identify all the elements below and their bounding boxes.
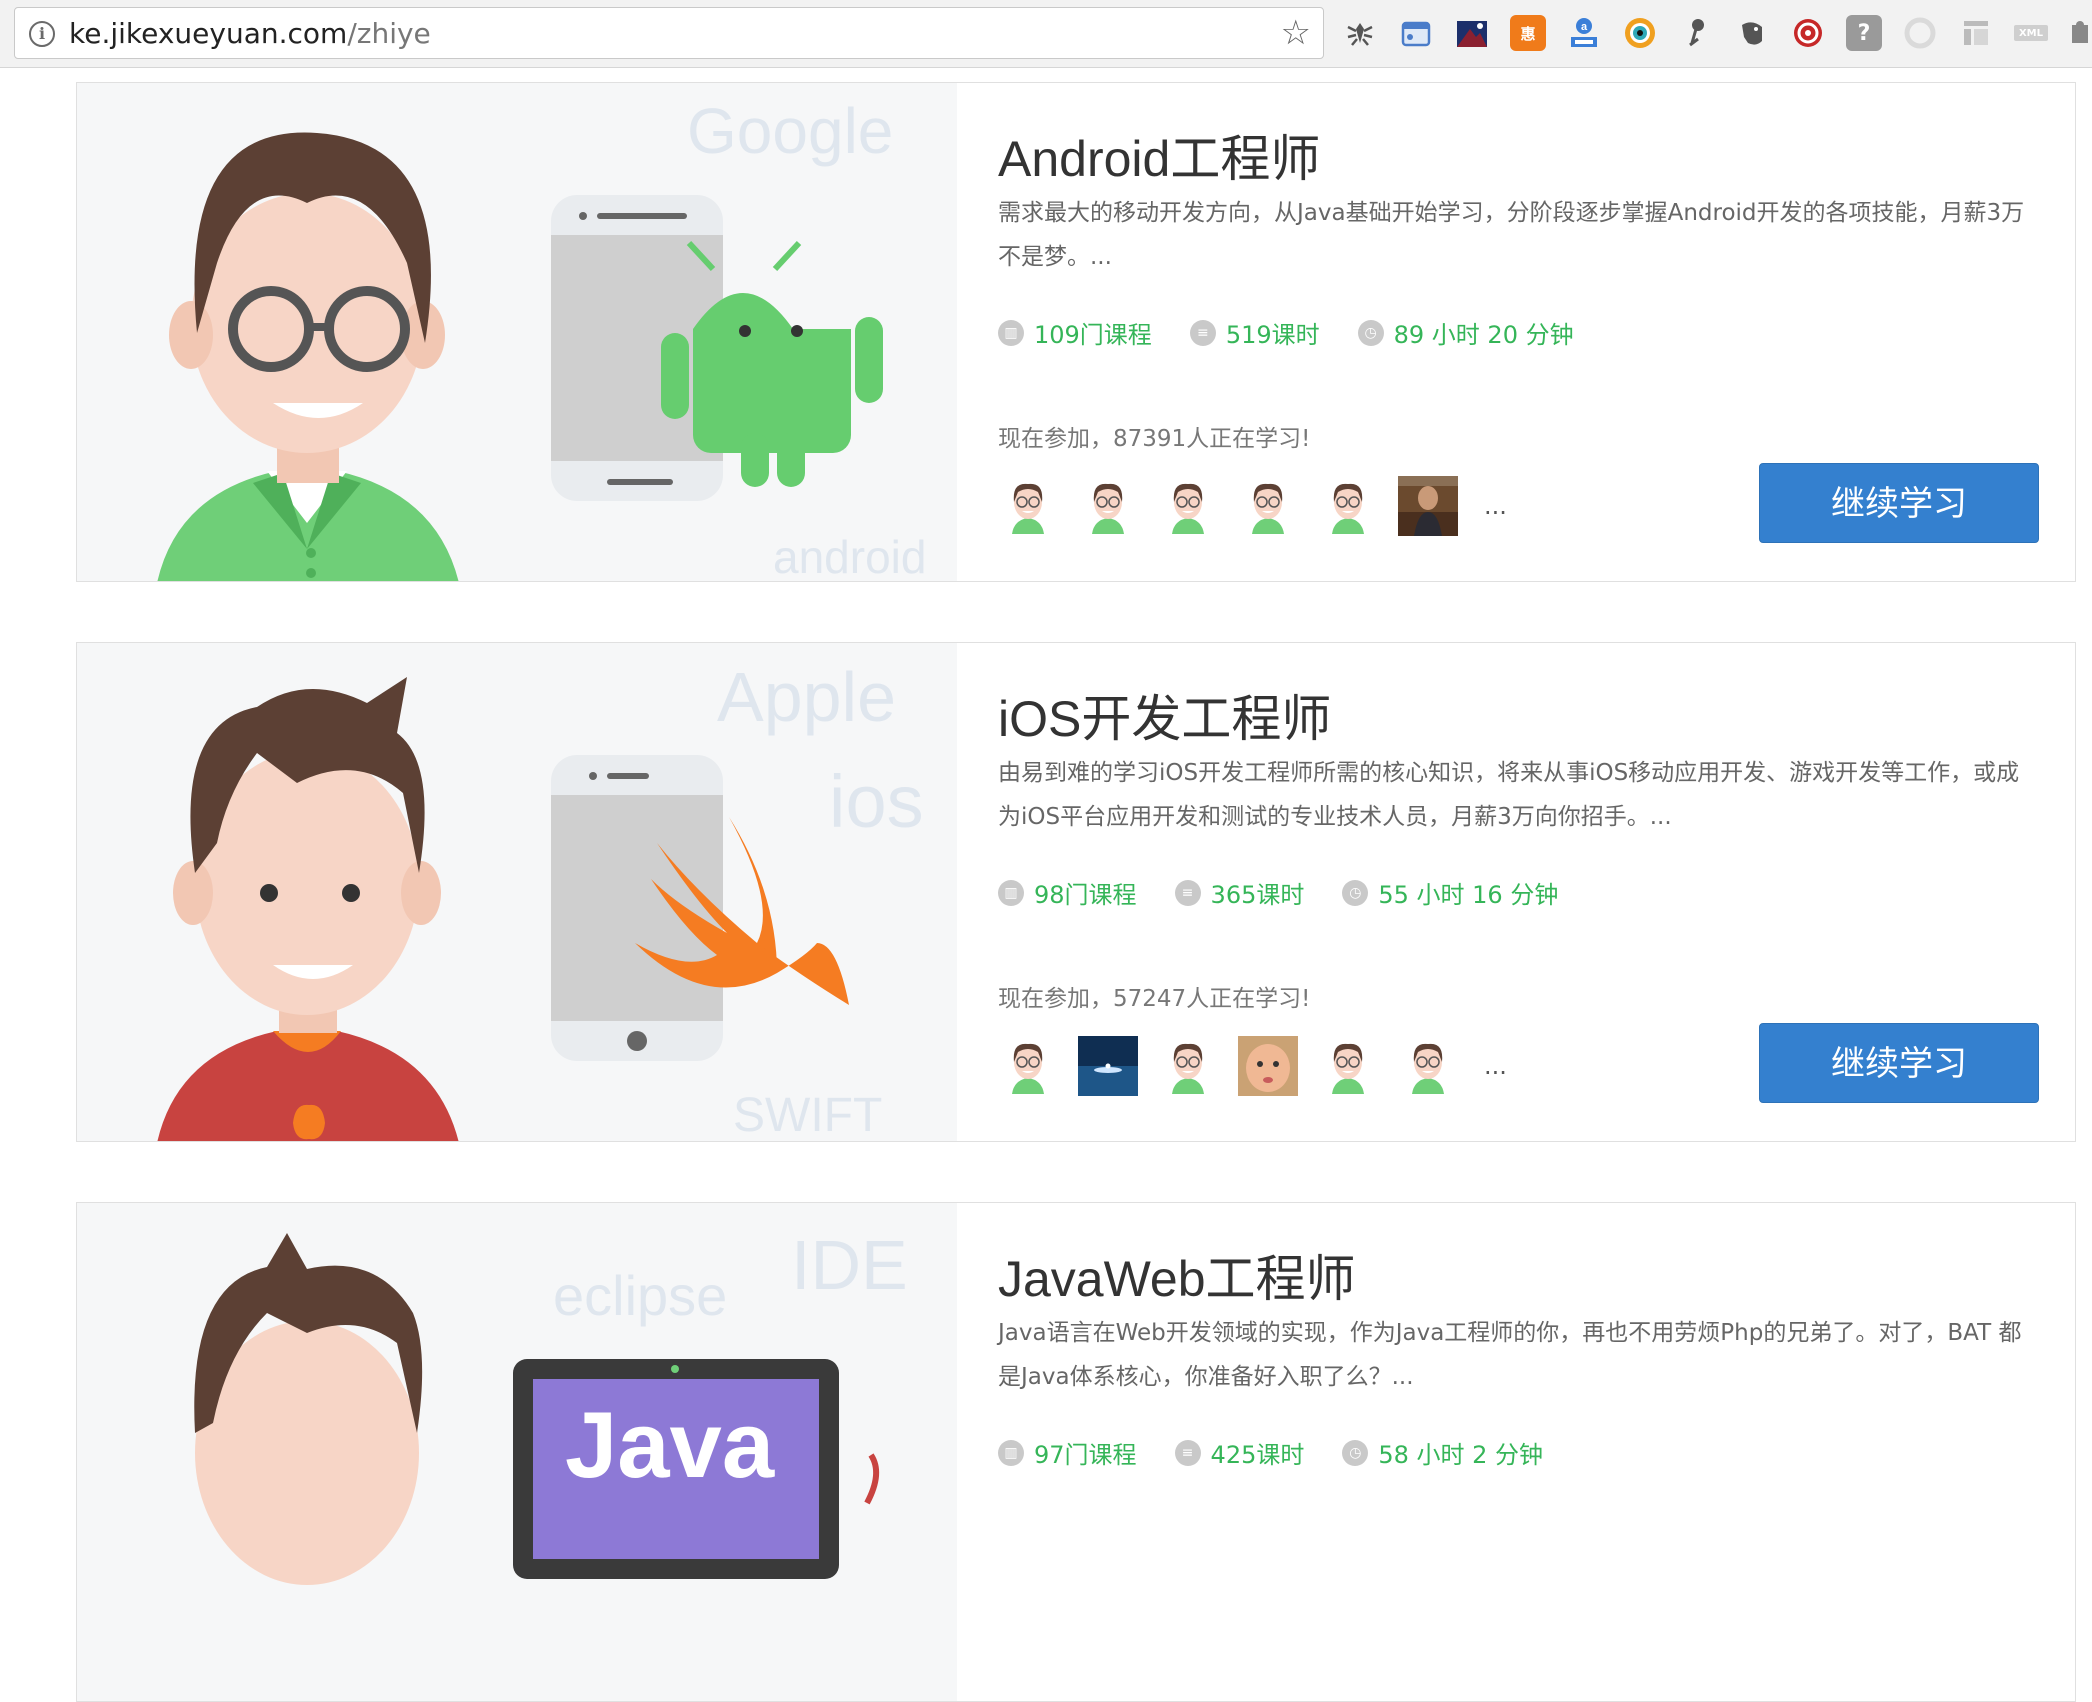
career-info: Android工程师 需求最大的移动开发方向，从Java基础开始学习，分阶段逐步…	[998, 83, 2039, 581]
space-icon[interactable]	[1454, 15, 1490, 51]
avatar[interactable]	[998, 1036, 1058, 1096]
puzzle-icon[interactable]	[2068, 15, 2088, 51]
learner-count: 现在参加，87391人正在学习!	[998, 426, 1311, 452]
career-hero-image[interactable]: Google android	[77, 83, 957, 581]
learner-count: 现在参加，57247人正在学习!	[998, 986, 1311, 1012]
lessons-count: 365课时	[1210, 881, 1305, 909]
career-info: iOS开发工程师 由易到难的学习iOS开发工程师所需的核心知识，将来从事iOS移…	[998, 643, 2039, 1141]
bookmark-star-icon[interactable]: ☆	[1281, 14, 1311, 52]
hero-word-swift: SWIFT	[733, 1089, 882, 1141]
stat-lessons: ≡ 365课时	[1174, 875, 1305, 910]
address-bar[interactable]: i ke.jikexueyuan.com/zhiye ☆	[14, 7, 1324, 59]
book-icon: ▥	[998, 319, 1024, 346]
more-avatars[interactable]: ...	[1484, 1054, 1507, 1078]
hero-word-ide: IDE	[791, 1226, 908, 1304]
pin-icon[interactable]	[1678, 15, 1714, 51]
hero-word-ios: ios	[829, 760, 924, 843]
person-illustration	[157, 677, 459, 1141]
clock-icon: ◷	[1342, 879, 1369, 906]
columns-icon[interactable]	[1958, 15, 1994, 51]
xml-icon[interactable]: XML	[2014, 25, 2048, 41]
learner-avatars: ...	[998, 1036, 1507, 1096]
book-icon: ▥	[998, 879, 1024, 906]
avatar[interactable]	[1158, 1036, 1218, 1096]
avatar-photo[interactable]	[1398, 476, 1458, 536]
book-icon: ▥	[998, 1439, 1024, 1466]
stat-courses: ▥ 97门课程	[998, 1435, 1137, 1470]
lessons-count: 519课时	[1225, 321, 1320, 349]
avatar[interactable]	[998, 476, 1058, 536]
stat-lessons: ≡ 519课时	[1189, 315, 1320, 350]
avatar[interactable]	[1318, 1036, 1378, 1096]
career-description: 需求最大的移动开发方向，从Java基础开始学习，分阶段逐步掌握Android开发…	[998, 200, 2025, 270]
person-illustration	[157, 132, 459, 581]
continue-learning-button[interactable]: 继续学习	[1759, 463, 2039, 543]
career-card-ios[interactable]: Apple ios SWIFT iOS开发工程师 由易到难的学习iOS开发工程师…	[76, 642, 2076, 1142]
svg-text:a: a	[1581, 21, 1588, 33]
career-info: JavaWeb工程师 Java语言在Web开发领域的实现，作为Java工程师的你…	[998, 1203, 2039, 1701]
courses-count: 98门课程	[1034, 881, 1137, 909]
more-avatars[interactable]: ...	[1484, 494, 1507, 518]
lesson-icon: ≡	[1174, 879, 1201, 906]
career-stats: ▥ 97门课程 ≡ 425课时 ◷ 58 小时 2 分钟	[998, 1435, 1581, 1470]
career-title[interactable]: Android工程师	[998, 119, 1320, 191]
laptop-java-illustration: Java	[513, 1359, 880, 1579]
duration-text: 58 小时 2 分钟	[1378, 1441, 1544, 1469]
duration-text: 55 小时 16 分钟	[1378, 881, 1559, 909]
stat-duration: ◷ 89 小时 20 分钟	[1357, 315, 1574, 350]
stat-courses: ▥ 109门课程	[998, 315, 1152, 350]
hero-word-eclipse: eclipse	[553, 1264, 727, 1327]
hero-word-apple: Apple	[717, 658, 896, 736]
hui-icon[interactable]: 惠	[1510, 15, 1546, 51]
elephant-icon[interactable]	[1734, 15, 1770, 51]
eye-icon[interactable]	[1622, 15, 1658, 51]
info-icon[interactable]: i	[29, 21, 55, 47]
clock-icon: ◷	[1342, 1439, 1369, 1466]
continue-learning-button[interactable]: 继续学习	[1759, 1023, 2039, 1103]
hero-word-google: Google	[687, 95, 893, 167]
avatar[interactable]	[1238, 476, 1298, 536]
career-card-javaweb[interactable]: IDE eclipse Java JavaWeb工程师 Java语言在Web开发…	[76, 1202, 2076, 1702]
url-text[interactable]: ke.jikexueyuan.com/zhiye	[69, 19, 431, 49]
career-hero-image[interactable]: IDE eclipse Java	[77, 1203, 957, 1701]
avatar[interactable]	[1158, 476, 1218, 536]
courses-count: 109门课程	[1034, 321, 1152, 349]
stat-lessons: ≡ 425课时	[1174, 1435, 1305, 1470]
career-stats: ▥ 109门课程 ≡ 519课时 ◷ 89 小时 20 分钟	[998, 315, 1612, 350]
translate-icon[interactable]: a	[1566, 15, 1602, 51]
avatar[interactable]	[1078, 476, 1138, 536]
extension-bar: 惠 a ? XML	[1342, 10, 2088, 56]
career-hero-image[interactable]: Apple ios SWIFT	[77, 643, 957, 1141]
circle-icon[interactable]	[1902, 15, 1938, 51]
lesson-icon: ≡	[1189, 319, 1216, 346]
career-card-android[interactable]: Google android Android工程师 需求最大的移动开发方向，从J…	[76, 82, 2076, 582]
avatar-photo[interactable]	[1238, 1036, 1298, 1096]
stat-duration: ◷ 55 小时 16 分钟	[1342, 875, 1558, 910]
lesson-icon: ≡	[1174, 1439, 1201, 1466]
question-icon[interactable]: ?	[1846, 15, 1882, 51]
career-stats: ▥ 98门课程 ≡ 365课时 ◷ 55 小时 16 分钟	[998, 875, 1596, 910]
avatar-photo[interactable]	[1078, 1036, 1138, 1096]
browser-toolbar: i ke.jikexueyuan.com/zhiye ☆ 惠 a ? XML	[0, 0, 2092, 68]
person-illustration	[194, 1233, 423, 1585]
hero-word-android: android	[773, 531, 926, 581]
career-title[interactable]: JavaWeb工程师	[998, 1239, 1356, 1311]
career-title[interactable]: iOS开发工程师	[998, 679, 1331, 751]
bug-icon[interactable]	[1342, 15, 1378, 51]
avatar[interactable]	[1318, 476, 1378, 536]
clock-icon: ◷	[1357, 319, 1384, 346]
avatar[interactable]	[1398, 1036, 1458, 1096]
career-description: 由易到难的学习iOS开发工程师所需的核心知识，将来从事iOS移动应用开发、游戏开…	[998, 760, 2020, 830]
hero-word-java: Java	[565, 1392, 775, 1497]
phone-illustration	[551, 755, 723, 1061]
learner-avatars: ...	[998, 476, 1507, 536]
stat-duration: ◷ 58 小时 2 分钟	[1342, 1435, 1543, 1470]
courses-count: 97门课程	[1034, 1441, 1137, 1469]
stat-courses: ▥ 98门课程	[998, 875, 1137, 910]
duration-text: 89 小时 20 分钟	[1393, 321, 1574, 349]
record-icon[interactable]	[1790, 15, 1826, 51]
career-description: Java语言在Web开发领域的实现，作为Java工程师的你，再也不用劳烦Php的…	[998, 1320, 2022, 1390]
window-icon[interactable]	[1398, 15, 1434, 51]
lessons-count: 425课时	[1210, 1441, 1305, 1469]
